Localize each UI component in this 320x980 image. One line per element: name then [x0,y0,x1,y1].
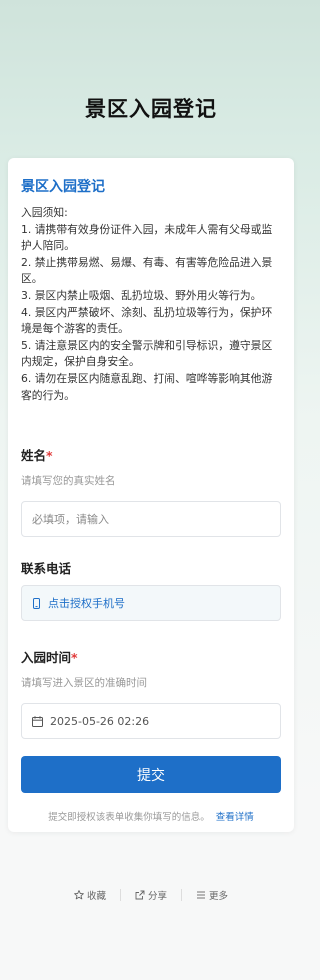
footer-bar: 收藏 分享 更多 [0,888,302,902]
notice-section: 入园须知: 1. 请携带有效身份证件入园，未成年人需有父母或监护人陪同。 2. … [21,205,281,404]
share-icon [135,890,148,900]
consent-text: 提交即授权该表单收集你填写的信息。 [48,812,210,823]
notice-item: 3. 景区内禁止吸烟、乱扔垃圾、野外用火等行为。 [21,288,262,302]
phone-field: 联系电话 点击授权手机号 [21,558,281,621]
more-button[interactable]: 更多 [182,888,242,902]
entry-time-picker[interactable]: 2025-05-26 02:26 [21,703,281,739]
favorite-label: 收藏 [86,891,106,902]
view-details-link[interactable]: 查看详情 [216,812,254,823]
required-mark: * [46,448,53,463]
share-button[interactable]: 分享 [121,888,181,902]
menu-icon [196,890,209,900]
registration-card: 景区入园登记 入园须知: 1. 请携带有效身份证件入园，未成年人需有父母或监护人… [8,158,294,832]
phone-icon [32,597,41,609]
calendar-icon [32,715,43,727]
star-icon [74,890,87,900]
more-label: 更多 [209,891,229,902]
notice-item: 5. 请注意景区内的安全警示牌和引导标识，遵守景区内规定，保护自身安全。 [21,338,273,369]
entry-time-value: 2025-05-26 02:26 [50,714,150,728]
card-title: 景区入园登记 [21,179,105,195]
notice-item: 6. 请勿在景区内随意乱跑、打闹、喧哗等影响其他游客的行为。 [21,371,273,402]
notice-heading: 入园须知: [21,206,68,219]
name-input-box[interactable] [21,501,281,537]
authorize-phone-button[interactable]: 点击授权手机号 [21,585,281,621]
notice-item: 1. 请携带有效身份证件入园，未成年人需有父母或监护人陪同。 [21,222,273,253]
notice-item: 4. 景区内严禁破坏、涂刻、乱扔垃圾等行为，保护环境是每个游客的责任。 [21,305,273,336]
name-input[interactable] [32,512,270,526]
entry-time-description: 请填写进入景区的准确时间 [21,677,147,689]
authorize-phone-label: 点击授权手机号 [48,597,125,610]
name-label: 姓名* [21,448,53,463]
share-label: 分享 [147,891,167,902]
entry-time-label: 入园时间* [21,650,78,665]
required-mark: * [71,650,78,665]
name-field: 姓名* 请填写您的真实姓名 [21,445,281,537]
consent-note: 提交即授权该表单收集你填写的信息。 查看详情 [8,809,294,823]
entry-time-field: 入园时间* 请填写进入景区的准确时间 2025-05-26 02:26 [21,647,281,739]
phone-label: 联系电话 [21,561,72,576]
submit-button[interactable]: 提交 [21,756,281,793]
name-description: 请填写您的真实姓名 [21,475,116,487]
notice-item: 2. 禁止携带易燃、易爆、有毒、有害等危险品进入景区。 [21,255,273,286]
favorite-button[interactable]: 收藏 [60,888,120,902]
page-title: 景区入园登记 [85,97,217,121]
